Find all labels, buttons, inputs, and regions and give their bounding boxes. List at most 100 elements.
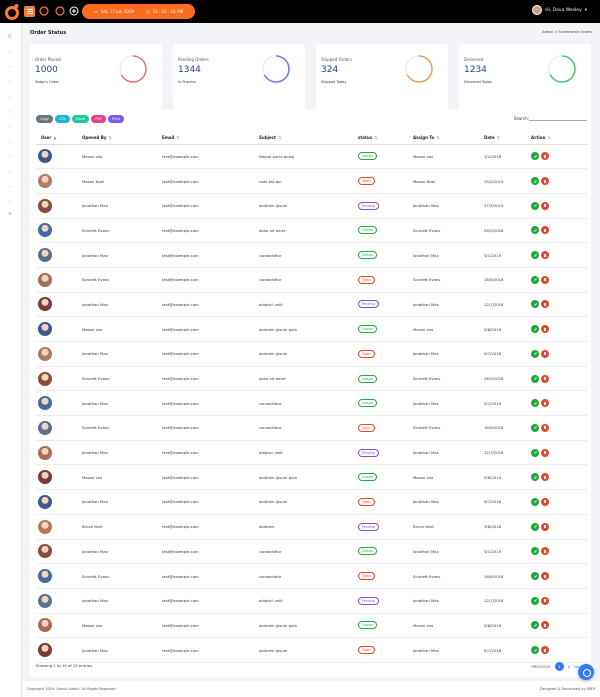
export-copy-button[interactable]: Copy (36, 115, 53, 123)
delete-icon[interactable] (541, 177, 549, 186)
user-menu[interactable]: Hi, Dova Wesley ▾ (532, 5, 587, 15)
avatar[interactable] (532, 5, 543, 15)
table-row[interactable]: Jonathan Max test@example.com consectetur C… (36, 390, 587, 417)
sidebar-item-5[interactable]: › (7, 109, 13, 114)
delete-icon[interactable] (541, 251, 549, 260)
sidebar-item-8[interactable]: › (7, 154, 13, 159)
edit-icon[interactable] (531, 325, 539, 334)
table-row[interactable]: Jonathan Max test@example.com dolorem ipsu… (36, 341, 587, 367)
table-row[interactable]: Jonathan Max test@example.com dolorem ipsu… (36, 489, 587, 515)
edit-icon[interactable] (531, 152, 539, 161)
delete-icon[interactable] (541, 547, 549, 556)
sort-icon[interactable]: ⇅ (278, 135, 281, 140)
sort-icon[interactable]: ⇅ (374, 135, 377, 140)
edit-icon[interactable] (531, 251, 539, 260)
chevron-down-icon[interactable]: ▾ (585, 8, 587, 13)
edit-icon[interactable] (531, 473, 539, 482)
sort-icon[interactable]: ⇅ (497, 135, 500, 140)
table-row[interactable]: Mason vox test@example.com dolorem ipsum q… (36, 316, 587, 342)
delete-icon[interactable] (541, 522, 549, 531)
sort-icon[interactable]: ⇅ (108, 135, 111, 140)
delete-icon[interactable] (541, 572, 549, 581)
sidebar-item-4[interactable]: › (7, 94, 13, 99)
table-row[interactable]: Mason vox test@example.com Neque porro qui… (36, 144, 587, 170)
delete-icon[interactable] (541, 226, 549, 235)
notification-icon[interactable] (39, 6, 49, 16)
delete-icon[interactable] (541, 349, 549, 358)
sidebar-item-7[interactable]: › (7, 139, 13, 144)
table-row[interactable]: Scarlett Evans test@example.com consectetu… (36, 415, 587, 441)
edit-icon[interactable] (531, 275, 539, 284)
table-row[interactable]: Jonathan Max test@example.com adipisci vel… (36, 588, 587, 614)
edit-icon[interactable] (531, 349, 539, 358)
add-icon[interactable] (69, 6, 79, 16)
delete-icon[interactable] (541, 448, 549, 457)
column-header-assign-to[interactable]: Assign To ⇅ (413, 131, 484, 145)
table-row[interactable]: Mason Noel test@example.com uam est qui Ope… (36, 168, 587, 194)
edit-icon[interactable] (531, 374, 539, 383)
sidebar-item-3[interactable]: › (7, 79, 13, 84)
column-header-subject[interactable]: Subject ⇅ (259, 131, 358, 145)
table-row[interactable]: Scarlett Evans test@example.com consectetu… (36, 267, 587, 293)
delete-icon[interactable] (541, 497, 549, 506)
delete-icon[interactable] (541, 473, 549, 482)
sidebar-item-2[interactable]: › (7, 64, 13, 69)
export-excel-button[interactable]: Excel (71, 115, 90, 123)
export-pdf-button[interactable]: PDF (91, 115, 107, 123)
edit-icon[interactable] (531, 547, 539, 556)
column-header-date[interactable]: Date ⇅ (484, 131, 531, 145)
edit-icon[interactable] (531, 497, 539, 506)
sidebar-item-cart[interactable]: 🛒 (7, 33, 13, 38)
sort-icon[interactable]: ⇅ (176, 135, 179, 140)
sort-icon[interactable]: ⇅ (547, 135, 550, 140)
table-row[interactable]: Jonathan Max test@example.com dolorem ipsu… (36, 637, 587, 663)
delete-icon[interactable] (541, 152, 549, 161)
menu-toggle-button[interactable] (24, 6, 35, 17)
table-row[interactable]: Scarlett Evans test@example.com consectetu… (36, 563, 587, 589)
delete-icon[interactable] (541, 399, 549, 408)
sidebar-item-11[interactable]: › (7, 199, 13, 204)
edit-icon[interactable] (531, 300, 539, 309)
pagination-previous[interactable]: PREVIOUS (531, 664, 550, 669)
sidebar-item-9[interactable]: › (7, 169, 13, 174)
table-row[interactable]: Bruce Kent test@example.com dolorem Pending… (36, 514, 587, 540)
column-header-email[interactable]: Email ⇅ (162, 131, 259, 145)
delete-icon[interactable] (541, 275, 549, 284)
delete-icon[interactable] (541, 374, 549, 383)
pagination-page-1[interactable]: 1 (554, 662, 564, 671)
settings-fab-button[interactable] (578, 664, 594, 680)
column-header-action[interactable]: Action ⇅ (531, 131, 587, 145)
table-row[interactable]: Jonathan Max test@example.com adipisci vel… (36, 292, 587, 318)
delete-icon[interactable] (541, 646, 549, 655)
table-row[interactable]: Jonathan Max test@example.com dolorem ipsu… (36, 193, 587, 219)
edit-icon[interactable] (531, 596, 539, 605)
delete-icon[interactable] (541, 423, 549, 432)
message-icon[interactable] (55, 6, 65, 16)
edit-icon[interactable] (531, 399, 539, 408)
table-row[interactable]: Mason vox test@example.com dolorem ipsum q… (36, 464, 587, 491)
edit-icon[interactable] (531, 201, 539, 210)
edit-icon[interactable] (531, 621, 539, 630)
delete-icon[interactable] (541, 325, 549, 334)
delete-icon[interactable] (541, 621, 549, 630)
delete-icon[interactable] (541, 300, 549, 309)
sidebar-item-1[interactable]: › (7, 49, 13, 54)
export-csv-button[interactable]: CSV (54, 115, 70, 123)
table-row[interactable]: Scarlett Evans test@example.com dolor sit … (36, 218, 587, 244)
sidebar-item-6[interactable]: › (7, 124, 13, 129)
pagination-page-2[interactable]: 2 (568, 664, 570, 669)
delete-icon[interactable] (541, 596, 549, 605)
table-row[interactable]: Mason vox test@example.com dolorem ipsum q… (36, 613, 587, 639)
edit-icon[interactable] (531, 522, 539, 531)
edit-icon[interactable] (531, 572, 539, 581)
edit-icon[interactable] (531, 646, 539, 655)
search-input[interactable] (529, 120, 587, 121)
edit-icon[interactable] (531, 177, 539, 186)
edit-icon[interactable] (531, 423, 539, 432)
sidebar-item-settings[interactable]: ⚙ (7, 211, 13, 216)
column-header-opened-by[interactable]: Opened By ⇅ (82, 131, 162, 145)
sidebar-item-10[interactable]: › (7, 184, 13, 189)
table-row[interactable]: Jonathan Max test@example.com consectetur C… (36, 539, 587, 565)
sort-ascending-icon[interactable]: ▲ (53, 135, 56, 140)
edit-icon[interactable] (531, 448, 539, 457)
